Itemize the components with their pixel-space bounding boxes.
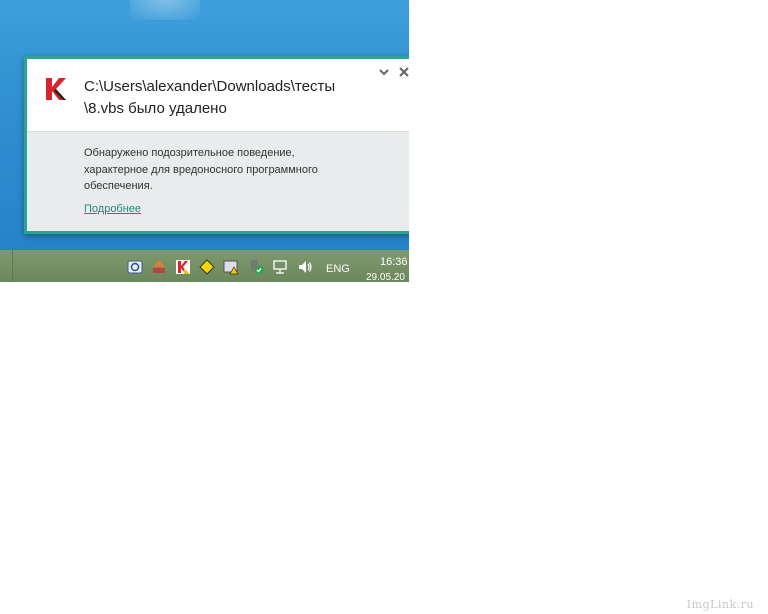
language-indicator[interactable]: ENG	[326, 263, 350, 275]
network-share-icon[interactable]	[151, 259, 167, 275]
clock-time[interactable]: 16:36	[380, 256, 408, 268]
usb-safe-icon[interactable]	[248, 259, 264, 275]
taskbar: ENG 16:36 29.05.20	[0, 250, 409, 282]
watermark: ImgLink.ru	[686, 598, 754, 611]
notification-message: Обнаружено подозрительное поведение, хар…	[84, 147, 318, 192]
details-link[interactable]: Подробнее	[84, 203, 141, 215]
close-icon[interactable]	[399, 65, 409, 79]
clock-date[interactable]: 29.05.20	[366, 272, 405, 282]
volume-icon[interactable]	[297, 259, 313, 275]
chevron-down-icon[interactable]	[379, 67, 391, 79]
security-alert-icon[interactable]	[199, 259, 215, 275]
title-line-1: C:\Users\alexander\Downloads\тесты	[84, 78, 336, 95]
app-icon[interactable]	[127, 259, 143, 275]
kaspersky-tray-icon[interactable]	[175, 259, 191, 275]
taskbar-left-edge	[0, 250, 13, 282]
kaspersky-k-icon	[46, 78, 66, 100]
title-line-2: \8.vbs было удалено	[84, 100, 227, 117]
network-icon[interactable]	[272, 259, 288, 275]
notification-title: C:\Users\alexander\Downloads\тесты \8.vb…	[84, 76, 364, 120]
screenshot-region: C:\Users\alexander\Downloads\тесты \8.vb…	[0, 0, 409, 282]
antivirus-notification: C:\Users\alexander\Downloads\тесты \8.vb…	[24, 56, 409, 234]
warning-app-icon[interactable]	[223, 259, 239, 275]
